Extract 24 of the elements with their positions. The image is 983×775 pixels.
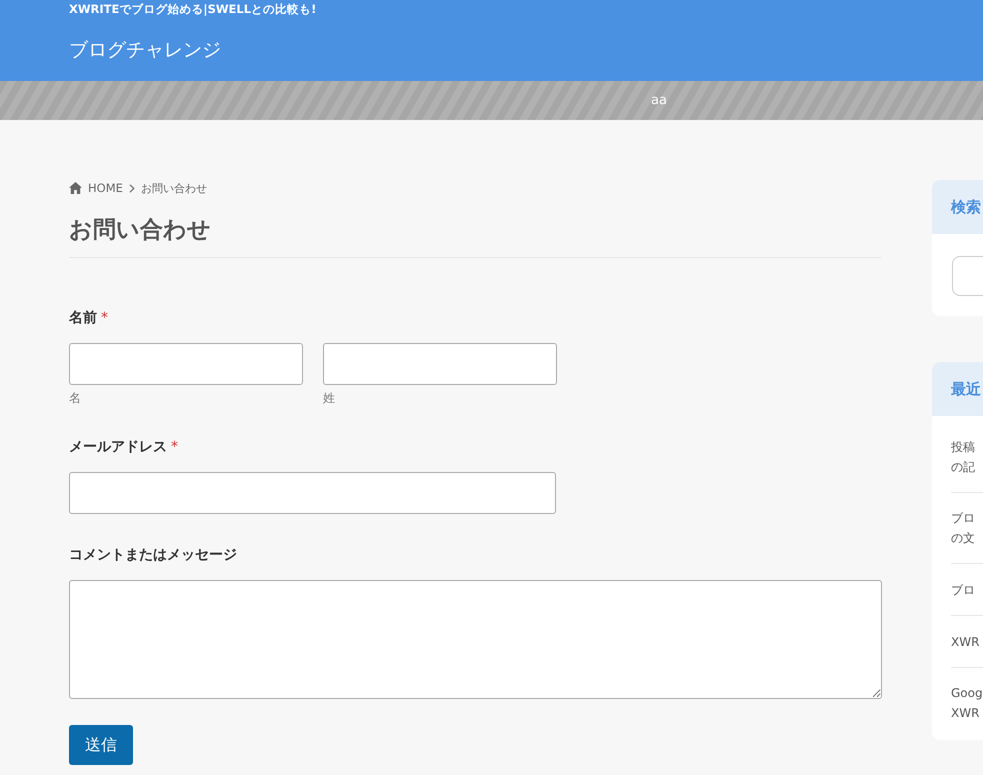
post-link[interactable]: Goog XWR [951, 683, 983, 723]
email-input[interactable] [69, 472, 556, 514]
chevron-right-icon [128, 184, 135, 192]
field-sublabel: 名 [69, 390, 81, 406]
name-input[interactable] [323, 343, 557, 385]
page-title: お問い合わせ [69, 216, 211, 245]
breadcrumb-home-link[interactable]: HOME [69, 181, 123, 195]
post-link[interactable]: ブロ [951, 580, 975, 600]
field-label: コメントまたはメッセージ [69, 546, 237, 565]
field-sublabel: 姓 [323, 390, 335, 406]
submit-button[interactable]: 送信 [69, 725, 133, 765]
widget-title: 最近 [951, 380, 981, 398]
field-label: 名前 * [69, 309, 108, 328]
post-link[interactable]: XWR [951, 632, 980, 652]
home-icon [69, 182, 82, 194]
post-link[interactable]: ブロ の文 [951, 508, 975, 548]
post-link[interactable]: 投稿 の記 [951, 437, 975, 477]
name-input[interactable] [69, 343, 303, 385]
banner-text: aa [651, 92, 667, 108]
site-tagline: XWRITEでブログ始める|SWELLとの比較も! [69, 1, 316, 17]
search-field[interactable] [952, 256, 983, 296]
field-label: メールアドレス * [69, 438, 178, 457]
breadcrumb-current: お問い合わせ [140, 180, 207, 196]
widget-title: 検索 [951, 198, 981, 216]
